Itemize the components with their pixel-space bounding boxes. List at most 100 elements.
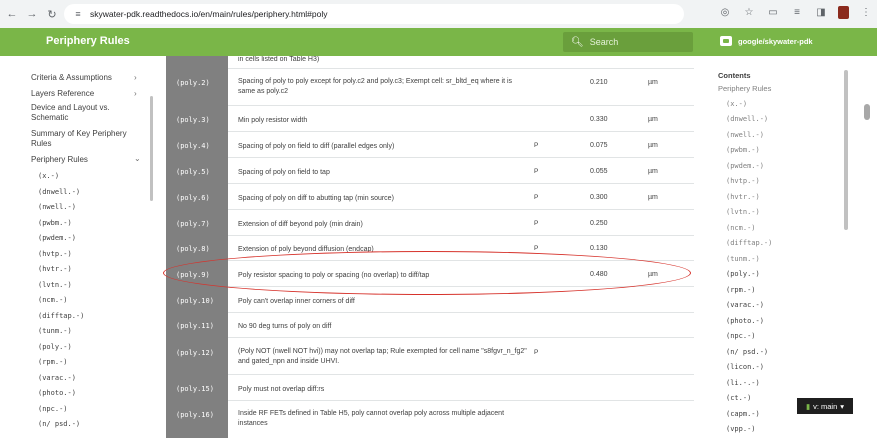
book-icon: ▮ (805, 401, 811, 411)
sidebar-subitem[interactable]: (lvtn.-) (38, 281, 72, 289)
rule-flag: P (534, 349, 539, 356)
toc-item[interactable]: (vpp.-) (726, 425, 756, 433)
sidebar-subitem[interactable]: (hvtp.-) (38, 250, 72, 258)
toc-item[interactable]: (pwbm.-) (726, 146, 760, 154)
rule-description: Extension of poly beyond diffusion (endc… (238, 246, 374, 253)
rule-value: 0.130 (590, 245, 608, 252)
back-arrow-icon[interactable]: ← (4, 6, 20, 22)
version-switcher[interactable]: ▮ v: main ▾ (797, 398, 853, 414)
rule-value: 0.300 (590, 194, 608, 201)
site-header: Periphery Rules 🔍︎ Search google/skywate… (0, 28, 877, 56)
row-divider (228, 374, 694, 375)
row-divider (228, 157, 694, 158)
chevron-right-icon[interactable]: › (134, 73, 137, 82)
toc-item[interactable]: (hvtr.-) (726, 193, 760, 201)
toc-item[interactable]: (n/ psd.-) (726, 348, 768, 356)
forward-arrow-icon[interactable]: → (24, 6, 40, 22)
rule-description: Spacing of poly on field to tap (238, 169, 330, 176)
toc-item[interactable]: (x.-) (726, 100, 747, 108)
sidebar-icon[interactable]: ◨ (814, 7, 828, 18)
page-scrollbar[interactable] (864, 104, 870, 120)
chevron-right-icon[interactable]: › (134, 89, 137, 98)
toc-item[interactable]: (hvtp.-) (726, 177, 760, 185)
sidebar-scrollbar[interactable] (150, 96, 153, 201)
row-divider (228, 260, 694, 261)
rule-description: Poly resistor spacing to poly or spacing… (238, 272, 430, 279)
rule-unit: µm (648, 79, 658, 86)
toc-section[interactable]: Periphery Rules (718, 84, 771, 93)
rule-description: Poly must not overlap diff:rs (238, 386, 325, 393)
sidebar-subitem[interactable]: (varac.-) (38, 374, 76, 382)
toc-scrollbar[interactable] (844, 70, 848, 230)
bookmark-star-icon[interactable]: ☆ (742, 7, 756, 18)
toc-item[interactable]: (rpm.-) (726, 286, 756, 294)
sidebar-item-device-layout[interactable]: Device and Layout vs. Schematic (31, 103, 110, 123)
sidebar-subitem[interactable]: (n/ psd.-) (38, 420, 80, 428)
rule-id: (poly.5) (176, 168, 210, 176)
sidebar-subitem[interactable]: (pwdem.-) (38, 234, 76, 242)
toc-item[interactable]: (lvtn.-) (726, 208, 760, 216)
row-divider (228, 312, 694, 313)
sidebar-item-summary[interactable]: Summary of Key Periphery Rules (31, 129, 127, 149)
sidebar-subitem[interactable]: (rpm.-) (38, 358, 68, 366)
toc-heading: Contents (718, 71, 751, 80)
tab-search-icon[interactable]: ≡ (790, 7, 804, 18)
sidebar-subitem[interactable]: (poly.-) (38, 343, 72, 351)
sidebar-subitem[interactable]: (difftap.-) (38, 312, 84, 320)
repo-link[interactable]: google/skywater-pdk (720, 36, 813, 46)
toc-item[interactable]: (dnwell.-) (726, 115, 768, 123)
sidebar-item-criteria[interactable]: Criteria & Assumptions (31, 73, 112, 83)
toc-item[interactable]: (ct.-) (726, 394, 751, 402)
rule-value: 0.330 (590, 116, 608, 123)
extension-avatar-icon[interactable] (838, 6, 849, 19)
sidebar-subitem[interactable]: (photo.-) (38, 389, 76, 397)
row-divider (228, 183, 694, 184)
sidebar-subitem[interactable]: (npc.-) (38, 405, 68, 413)
rule-flag: P (534, 194, 539, 201)
rule-id: (poly.16) (176, 411, 214, 419)
rule-unit: µm (648, 194, 658, 201)
toc-item[interactable]: (licon.-) (726, 363, 764, 371)
rule-id: (poly.3) (176, 116, 210, 124)
toc-item[interactable]: (difftap.-) (726, 239, 772, 247)
chevron-down-icon[interactable]: ⌄ (134, 154, 141, 163)
address-bar[interactable]: ≡ skywater-pdk.readthedocs.io/en/main/ru… (64, 4, 684, 24)
toc-item[interactable]: (li.-.-) (726, 379, 760, 387)
toc-item[interactable]: (photo.-) (726, 317, 764, 325)
toc-item[interactable]: (npc.-) (726, 332, 756, 340)
reload-icon[interactable]: ↻ (44, 6, 60, 22)
toc-item[interactable]: (nwell.-) (726, 131, 764, 139)
caret-down-icon: ▾ (840, 401, 845, 411)
sidebar-subitem[interactable]: (tunm.-) (38, 327, 72, 335)
rule-unit: µm (648, 271, 658, 278)
sidebar-subitem[interactable]: (hvtr.-) (38, 265, 72, 273)
toc-item-active[interactable]: (poly.-) (726, 270, 760, 278)
toc-item[interactable]: (capm.-) (726, 410, 760, 418)
toc-item[interactable]: (varac.-) (726, 301, 764, 309)
rule-id: (poly.8) (176, 245, 210, 253)
sidebar-subitem[interactable]: (nwell.-) (38, 203, 76, 211)
rule-flag: P (534, 245, 539, 252)
sidebar-subitem[interactable]: (x.-) (38, 172, 59, 180)
search-input[interactable]: 🔍︎ Search (563, 32, 693, 52)
rules-table: in cells listed on Table H3) (poly.2) Sp… (166, 56, 694, 438)
rule-value: 0.055 (590, 168, 608, 175)
toc-item[interactable]: (tunm.-) (726, 255, 760, 263)
rule-id: (poly.6) (176, 194, 210, 202)
sidebar-subitem[interactable]: (dnwell.-) (38, 188, 80, 196)
site-info-icon[interactable]: ≡ (72, 8, 84, 20)
eye-off-icon[interactable]: ◎ (718, 7, 732, 18)
rule-id: (poly.15) (176, 385, 214, 393)
sidebar-subitem[interactable]: (ncm.-) (38, 296, 68, 304)
row-divider (228, 131, 694, 132)
row-divider (228, 400, 694, 401)
rule-unit: µm (648, 142, 658, 149)
extensions-icon[interactable]: ▭ (766, 7, 780, 18)
toc-item[interactable]: (ncm.-) (726, 224, 756, 232)
toc-item[interactable]: (pwdem.-) (726, 162, 764, 170)
sidebar-subitem[interactable]: (pwbm.-) (38, 219, 72, 227)
sidebar-item-layers[interactable]: Layers Reference (31, 89, 94, 99)
kebab-menu-icon[interactable]: ⋮ (859, 7, 873, 18)
sidebar-item-periphery-rules[interactable]: Periphery Rules (31, 155, 88, 165)
page-title[interactable]: Periphery Rules (46, 35, 130, 47)
